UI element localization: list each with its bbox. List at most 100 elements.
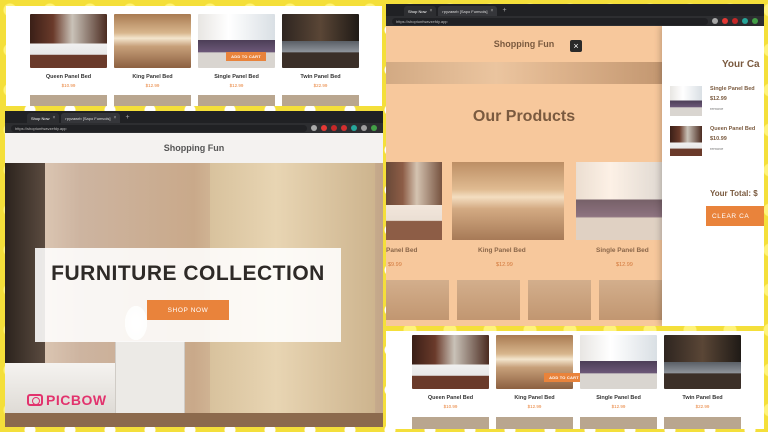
product-image	[580, 335, 657, 389]
cart-total: Your Total: $	[710, 189, 758, 198]
tab-title: Shop Now	[408, 8, 427, 14]
product-image	[412, 335, 489, 389]
product-price: $9.99	[388, 262, 402, 268]
product-image	[664, 335, 741, 389]
tab-title: rpyzawrb [Sapo Fumvols]	[442, 8, 488, 14]
product-row-2	[412, 417, 741, 429]
extension-icon[interactable]	[371, 125, 377, 131]
remove-link[interactable]: remove	[710, 146, 723, 151]
product-card-twin[interactable]: Twin Panel Bed $22.99	[282, 14, 359, 88]
product-name: King Panel Bed	[478, 247, 526, 254]
cart-item-image	[670, 126, 702, 156]
product-grid-top-left: Queen Panel Bed $10.99 King Panel Bed $1…	[6, 6, 382, 106]
cart-item-name: Single Panel Bed	[710, 86, 755, 92]
new-tab-icon[interactable]: +	[499, 6, 509, 16]
address-bar: https://shoptunfwavzefdy.app	[386, 16, 764, 26]
shop-now-button[interactable]: SHOP NOW	[147, 300, 229, 320]
tab-github[interactable]: rpyzawrb [Sapo Fumvols] ×	[438, 6, 498, 16]
products-heading: Our Products	[472, 108, 576, 125]
product-row-2	[386, 280, 662, 320]
extension-icon[interactable]	[752, 18, 758, 24]
product-price: $22.99	[313, 83, 328, 88]
product-price: $10.99	[61, 83, 76, 88]
tab-bar: Shop Now × rpyzawrb [Sapo Fumvols] × +	[5, 111, 383, 123]
product-name: King Panel Bed	[514, 395, 555, 401]
products-grid: Panel Bed King Panel Bed Single Panel Be…	[386, 162, 662, 282]
product-image	[114, 14, 191, 68]
new-tab-icon[interactable]: +	[122, 113, 132, 123]
product-grid-bottom-right: Queen Panel Bed $10.99 ADD TO CART King …	[386, 331, 764, 429]
tab-shop[interactable]: Shop Now ×	[27, 113, 60, 123]
product-image	[282, 14, 359, 68]
site-header: Shopping Fun	[5, 133, 383, 163]
cart-drawer: × Your Ca Single Panel Bed $12.99 remove…	[570, 26, 764, 326]
product-name: Single Panel Bed	[596, 247, 649, 254]
url-field[interactable]: https://shoptunfwavzefdy.app	[11, 124, 307, 132]
clear-cart-button[interactable]: CLEAR CA	[706, 206, 764, 226]
product-card-twin[interactable]: Twin Panel Bed $22.99	[664, 335, 741, 409]
product-price: $12.99	[616, 262, 633, 268]
product-name: Queen Panel Bed	[427, 395, 474, 401]
product-price: $10.99	[443, 404, 458, 409]
tab-title: Shop Now	[31, 115, 50, 121]
product-name: Twin Panel Bed	[300, 74, 341, 80]
product-price: $22.99	[695, 404, 710, 409]
extension-icon[interactable]	[321, 125, 327, 131]
watermark-text: PICBOW	[46, 392, 107, 408]
close-icon[interactable]: ×	[114, 115, 117, 121]
product-name: King Panel Bed	[132, 74, 173, 80]
close-icon[interactable]: ×	[491, 8, 494, 14]
product-card-king[interactable]: King Panel Bed $12.99	[114, 14, 191, 88]
product-card-queen[interactable]: Queen Panel Bed $10.99	[412, 335, 489, 409]
hero-title: FURNITURE COLLECTION	[51, 262, 325, 285]
product-image[interactable]	[386, 162, 442, 240]
add-to-cart-button[interactable]: ADD TO CART	[544, 373, 584, 382]
camera-icon	[27, 394, 43, 406]
close-icon[interactable]: ×	[52, 115, 55, 121]
cart-item-image	[670, 86, 702, 116]
product-card-single[interactable]: Single Panel Bed $12.99	[580, 335, 657, 409]
product-card-king[interactable]: ADD TO CART King Panel Bed $12.99	[496, 335, 584, 409]
product-name: Single Panel Bed	[596, 395, 641, 401]
cart-item-price: $12.99	[710, 96, 727, 102]
tab-github[interactable]: rpyzawrb [Sapo Fumvols] ×	[61, 113, 121, 123]
extension-icon[interactable]	[732, 18, 738, 24]
tab-title: rpyzawrb [Sapo Fumvols]	[65, 115, 111, 121]
cart-item-name: Queen Panel Bed	[710, 126, 756, 132]
extension-icon[interactable]	[331, 125, 337, 131]
extension-icon[interactable]	[712, 18, 718, 24]
product-image	[30, 14, 107, 68]
product-name: Twin Panel Bed	[682, 395, 723, 401]
cart-item-price: $10.99	[710, 136, 727, 142]
cart-title: Your Ca	[722, 59, 760, 70]
product-image[interactable]	[576, 162, 662, 240]
add-to-cart-button[interactable]: ADD TO CART	[226, 52, 266, 61]
extension-icon[interactable]	[341, 125, 347, 131]
tab-bar: Shop Now × rpyzawrb [Sapo Fumvols] × +	[386, 4, 764, 16]
product-price: $12.99	[145, 83, 160, 88]
close-icon[interactable]: ×	[429, 8, 432, 14]
tab-shop[interactable]: Shop Now ×	[404, 6, 437, 16]
product-name: Queen Panel Bed	[45, 74, 92, 80]
extension-icon[interactable]	[722, 18, 728, 24]
extension-icon[interactable]	[742, 18, 748, 24]
product-image[interactable]	[452, 162, 564, 240]
product-row-2	[30, 95, 359, 106]
product-name: Single Panel Bed	[214, 74, 259, 80]
remove-link[interactable]: remove	[710, 106, 723, 111]
product-card-queen[interactable]: Queen Panel Bed $10.99	[30, 14, 107, 88]
product-price: $12.99	[527, 404, 542, 409]
extension-icon[interactable]	[361, 125, 367, 131]
product-price: $12.99	[611, 404, 626, 409]
extension-icon[interactable]	[311, 125, 317, 131]
product-card-single[interactable]: ADD TO CART Single Panel Bed $12.99	[198, 14, 275, 88]
extension-icon[interactable]	[351, 125, 357, 131]
hero-strip	[386, 62, 662, 84]
browser-window-main: Shop Now × rpyzawrb [Sapo Fumvols] × + h…	[5, 111, 383, 427]
url-field[interactable]: https://shoptunfwavzefdy.app	[392, 17, 708, 25]
product-image: ADD TO CART	[198, 14, 275, 68]
browser-window-cart: Shop Now × rpyzawrb [Sapo Fumvols] × + h…	[386, 4, 764, 326]
site-header: Shopping Fun	[493, 39, 555, 49]
close-cart-icon[interactable]: ×	[570, 40, 582, 52]
product-price: $12.99	[496, 262, 513, 268]
